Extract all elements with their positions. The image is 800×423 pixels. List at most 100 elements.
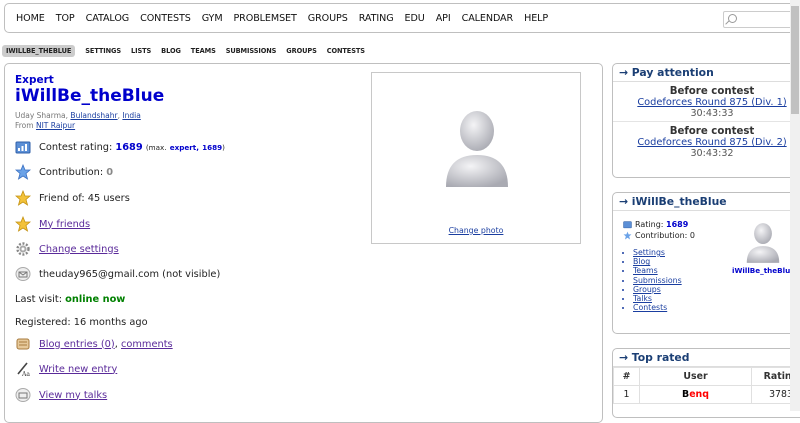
tab-blog[interactable]: BLOG	[161, 47, 181, 55]
friend-of-row: Friend of: 45 users	[15, 189, 130, 207]
user-sidebar-title: → iWillBe_theBlue	[613, 193, 800, 211]
sidebar-contribution-value: 0	[690, 231, 695, 240]
write-entry-link[interactable]: Write new entry	[39, 364, 117, 375]
gold-star-icon	[15, 216, 31, 232]
column-header-user: User	[640, 368, 752, 386]
contribution-value: 0	[106, 167, 113, 178]
svg-text:Aa: Aa	[21, 371, 30, 377]
blog-entries-link[interactable]: Blog entries (0)	[39, 339, 115, 350]
table-row: 1 Benq 3783	[614, 386, 800, 404]
countdown-timer: 30:43:32	[613, 148, 800, 159]
main-menu-items: HOME TOP CATALOG CONTESTS GYM PROBLEMSET…	[16, 4, 559, 32]
user-location: Uday Sharma, Bulandshahr, India	[15, 111, 141, 120]
search-icon	[728, 14, 737, 23]
user-handle: iWillBe_theBlue	[15, 86, 164, 106]
rating-value: 1689	[115, 142, 142, 153]
sidebar-link-label: Settings	[633, 248, 665, 257]
user-rank: Expert	[15, 74, 54, 86]
sidebar-link-label: Submissions	[633, 276, 682, 285]
view-talks-link[interactable]: View my talks	[39, 390, 107, 401]
user-rest: enq	[689, 389, 709, 400]
sidebar-avatar-icon[interactable]	[744, 221, 782, 265]
sidebar-avatar-handle[interactable]: iWillBe_theBlue	[732, 266, 795, 275]
menu-gym[interactable]: GYM	[202, 13, 223, 24]
menu-contests[interactable]: CONTESTS	[140, 13, 191, 24]
menu-calendar[interactable]: CALENDAR	[462, 13, 514, 24]
sidebar-link-label: Talks	[633, 294, 652, 303]
menu-top[interactable]: TOP	[56, 13, 75, 24]
tab-contests[interactable]: CONTESTS	[327, 47, 365, 55]
before-contest-label: Before contest	[613, 86, 800, 97]
scrollbar-thumb[interactable]	[791, 6, 799, 114]
menu-home[interactable]: HOME	[16, 13, 45, 24]
table-header-row: # User Rating	[614, 368, 800, 386]
talks-bubble-icon	[15, 387, 31, 403]
sidebar-link-contests[interactable]: Contests	[633, 303, 682, 312]
menu-catalog[interactable]: CATALOG	[86, 13, 129, 24]
sidebar-rating-row: Rating: 1689	[623, 219, 695, 230]
sidebar-link-label: Groups	[633, 285, 661, 294]
tab-submissions[interactable]: SUBMISSIONS	[226, 47, 277, 55]
write-entry-row: Aa Write new entry	[15, 360, 117, 378]
menu-help[interactable]: HELP	[524, 13, 548, 24]
max-rating: 1689	[202, 143, 222, 152]
tab-teams[interactable]: TEAMS	[191, 47, 216, 55]
sidebar-link-settings[interactable]: Settings	[633, 248, 682, 257]
blue-star-icon	[15, 164, 31, 180]
organization-link[interactable]: NIT Raipur	[36, 121, 75, 130]
sidebar-link-groups[interactable]: Groups	[633, 285, 682, 294]
sidebar-link-submissions[interactable]: Submissions	[633, 276, 682, 285]
sidebar-contribution-row: Contribution: 0	[623, 230, 695, 241]
change-photo-link[interactable]: Change photo	[372, 226, 580, 235]
friend-of-text: Friend of: 45 users	[39, 193, 130, 204]
page-scrollbar[interactable]	[790, 0, 800, 411]
contest-countdown: Before contest Codeforces Round 875 (Div…	[613, 82, 800, 122]
tab-lists[interactable]: LISTS	[131, 47, 151, 55]
menu-edu[interactable]: EDU	[405, 13, 425, 24]
rating-label: Contest rating:	[39, 142, 112, 153]
tab-groups[interactable]: GROUPS	[286, 47, 316, 55]
sidebar-contribution-label: Contribution:	[635, 231, 687, 240]
contest-rating-row: Contest rating: 1689 (max. expert, 1689)	[15, 138, 225, 156]
envelope-icon	[15, 266, 31, 282]
sidebar-rating-label: Rating:	[635, 220, 664, 229]
tab-profile[interactable]: IWILLBE_THEBLUE	[2, 45, 75, 57]
row-user[interactable]: Benq	[640, 386, 752, 404]
max-rank: expert,	[170, 143, 199, 152]
comments-link[interactable]: comments	[121, 339, 173, 350]
contest-link-div2[interactable]: Codeforces Round 875 (Div. 2)	[613, 137, 800, 148]
sidebar-link-label: Contests	[633, 303, 667, 312]
my-friends-link[interactable]: My friends	[39, 219, 90, 230]
blog-entries-row: Blog entries (0), comments	[15, 335, 173, 353]
sidebar-link-blog[interactable]: Blog	[633, 257, 682, 266]
location-separator: ,	[118, 111, 120, 120]
registered-text: Registered: 16 months ago	[15, 317, 148, 328]
menu-problemset[interactable]: PROBLEMSET	[234, 13, 297, 24]
registered-row: Registered: 16 months ago	[15, 313, 148, 331]
contest-link-div1[interactable]: Codeforces Round 875 (Div. 1)	[613, 97, 800, 108]
rating-chart-icon	[15, 139, 31, 155]
sidebar-link-teams[interactable]: Teams	[633, 266, 682, 275]
menu-api[interactable]: API	[436, 13, 451, 24]
row-rank: 1	[614, 386, 640, 404]
pay-attention-title: → Pay attention	[613, 64, 800, 82]
max-close: )	[222, 143, 225, 152]
search-input[interactable]	[723, 11, 800, 28]
max-open: (max.	[146, 143, 167, 152]
online-status: online now	[65, 294, 125, 305]
change-settings-row: Change settings	[15, 240, 119, 258]
pay-attention-box: → Pay attention Before contest Codeforce…	[612, 63, 800, 178]
contest-countdown: Before contest Codeforces Round 875 (Div…	[613, 122, 800, 161]
menu-groups[interactable]: GROUPS	[308, 13, 348, 24]
change-settings-link[interactable]: Change settings	[39, 244, 119, 255]
menu-rating[interactable]: RATING	[359, 13, 394, 24]
sidebar-links: Settings Blog Teams Submissions Groups T…	[633, 248, 682, 312]
user-sidebar-box: → iWillBe_theBlue Rating: 1689 Contribut…	[612, 192, 800, 334]
sidebar-link-talks[interactable]: Talks	[633, 294, 682, 303]
tab-settings[interactable]: SETTINGS	[85, 47, 121, 55]
sidebar-rating-value: 1689	[666, 220, 688, 229]
country-link[interactable]: India	[122, 111, 140, 120]
city-link[interactable]: Bulandshahr	[70, 111, 117, 120]
from-label: From	[15, 121, 34, 130]
email-text: theuday965@gmail.com (not visible)	[39, 269, 220, 280]
